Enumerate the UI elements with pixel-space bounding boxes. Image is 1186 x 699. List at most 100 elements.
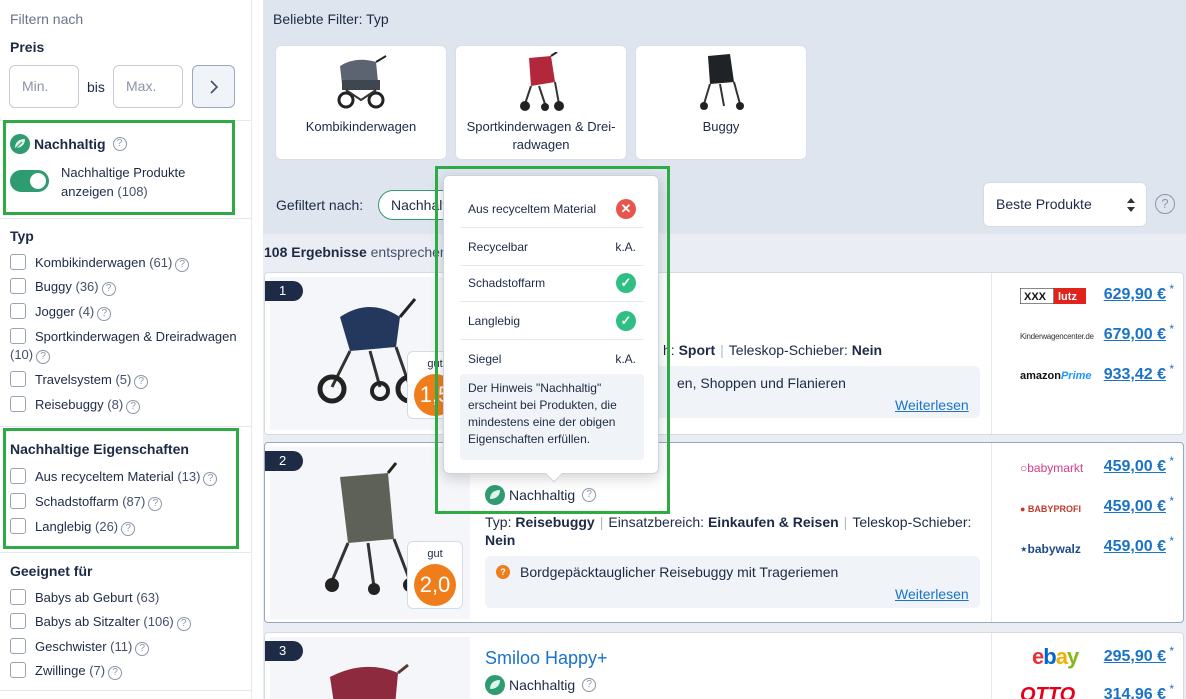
help-icon[interactable]: ? [175,258,190,272]
help-icon[interactable]: ? [101,282,116,296]
option-label: Zwillinge [35,663,86,678]
filter-option-from-birth[interactable]: Babys ab Geburt (63) [10,589,159,607]
rank-badge: 1 [265,281,303,301]
suitable-heading: Geeignet für [10,563,93,579]
stroller-image [520,52,564,111]
price-max-input[interactable]: Max. [113,65,183,108]
shop-divider [991,633,992,699]
product-specs: Typ: Reisebuggy | Einsatzbereich: Einkaufe… [485,514,972,548]
type-card-kombikinderwagen[interactable]: Kombikinderwagen [275,45,447,160]
amazon-prime-logo: amazonPrime [1020,370,1092,382]
shop-offer[interactable]: XXX lutz 629,90 € * [1019,282,1180,310]
option-count: (5) [115,372,132,387]
shop-price[interactable]: 295,90 € [1104,648,1166,666]
shop-offer[interactable]: ⋆babywalz 459,00 € * [1020,534,1180,562]
checkbox[interactable] [10,303,26,319]
sustainable-label: Nachhaltig [509,677,576,693]
filter-option-sitting-age[interactable]: Babys ab Sitzalter (106)? [10,613,191,631]
results-number: 108 Ergebnisse [264,244,367,260]
shop-offer[interactable]: Kinderwagencenter.de 679,00 € * [1020,322,1180,350]
price-asterisk: * [1169,682,1174,696]
divider [0,552,252,553]
shop-offer[interactable]: ● BABYPROFI 459,00 € * [1020,494,1180,522]
help-icon[interactable]: ? [582,678,597,692]
price-asterisk: * [1169,534,1174,548]
filter-option-reisebuggy[interactable]: Reisebuggy (8)? [10,396,141,414]
filter-option-twins[interactable]: Zwillinge (7)? [10,662,123,680]
updown-arrows-icon [1127,198,1135,212]
shop-price[interactable]: 459,00 € [1104,538,1166,556]
help-icon[interactable]: ? [126,400,141,414]
shop-price[interactable]: 933,42 € [1104,366,1166,384]
type-card-label: Buggy [702,119,740,134]
filter-sidebar: Filtern nach Preis Min. bis Max. Nachhal… [0,0,252,699]
spec-key: Typ: [485,514,512,530]
help-icon[interactable]: ? [176,617,191,631]
help-icon[interactable]: ? [108,666,123,680]
price-apply-button[interactable] [192,65,235,108]
shop-price[interactable]: 629,90 € [1104,286,1166,304]
filter-option-buggy[interactable]: Buggy (36)? [10,278,116,296]
price-min-input[interactable]: Min. [9,65,79,108]
option-count: (63) [136,590,160,605]
read-more-link[interactable]: Weiterlesen [895,397,969,413]
spec-value: Sport [678,342,716,358]
product-specs: h: Sport | Teleskop-Schieber: Nein [663,342,883,358]
filter-option-travelsystem[interactable]: Travelsystem (5)? [10,371,149,389]
shop-price[interactable]: 459,00 € [1104,458,1166,476]
test-grade: gut 2,0 [407,541,463,609]
checkbox[interactable] [10,328,26,344]
option-count: (36) [75,279,99,294]
checkbox[interactable] [10,371,26,387]
checkbox[interactable] [10,254,26,270]
checkbox[interactable] [10,638,26,654]
price-asterisk: * [1169,362,1174,376]
price-asterisk: * [1169,454,1174,468]
option-count: (7) [89,663,106,678]
option-label: Babys ab Sitzalter [35,614,140,629]
svg-text:lutz: lutz [1058,291,1077,303]
divider [0,426,252,427]
spec-key: Teleskop-Schieber: [728,342,848,358]
filter-option-siblings[interactable]: Geschwister (11)? [10,638,150,656]
shop-price[interactable]: 679,00 € [1104,326,1166,344]
checkbox[interactable] [10,278,26,294]
shop-price[interactable]: 459,00 € [1104,498,1166,516]
option-count: (10) [10,347,34,362]
type-card-label: Kombikinderwagen [305,119,417,134]
svg-text:XXX: XXX [1024,291,1047,303]
option-label: Travelsystem [35,372,112,387]
checkbox[interactable] [10,589,26,605]
read-more-link[interactable]: Weiterlesen [895,586,969,602]
help-icon[interactable]: ? [97,307,112,321]
product-name[interactable]: Smiloo Happy+ [485,648,608,669]
checkbox[interactable] [10,662,26,678]
option-label: Sportkinderwagen & Dreiradwagen [35,329,237,344]
rank-badge: 2 [265,451,303,471]
shop-offer[interactable]: ebay 295,90 € * [1020,644,1180,672]
shop-offer[interactable]: OTTO 314,96 € * [1020,682,1180,699]
price-heading: Preis [10,39,45,55]
babymarkt-logo: ○babymarkt [1020,461,1084,475]
help-icon[interactable]: ? [134,375,149,389]
shop-offer[interactable]: ○babymarkt 459,00 € * [1020,454,1180,482]
help-icon[interactable]: ? [36,350,51,364]
option-count: (8) [107,397,124,412]
checkbox[interactable] [10,613,26,629]
type-card-buggy[interactable]: Buggy [635,45,807,160]
type-card-sportkinderwagen[interactable]: Sportkinderwagen & Drei-radwagen [455,45,627,160]
option-label: Kombikinderwagen [35,255,146,270]
filter-option-sportkinderwagen[interactable]: Sportkinderwagen & Dreiradwagen (10)? [10,328,245,364]
filter-option-jogger[interactable]: Jogger (4)? [10,303,112,321]
filter-option-kombikinderwagen[interactable]: Kombikinderwagen (61)? [10,254,190,272]
option-label: Geschwister [35,639,107,654]
divider [0,218,252,219]
option-label: Babys ab Geburt [35,590,133,605]
shop-price[interactable]: 314,96 € [1104,686,1166,699]
sort-select[interactable]: Beste Produkte [983,182,1147,227]
help-icon[interactable]: ? [1155,194,1175,214]
option-label: Jogger [35,304,75,319]
checkbox[interactable] [10,396,26,412]
help-icon[interactable]: ? [135,642,150,656]
shop-offer[interactable]: amazonPrime 933,42 € * [1020,362,1180,390]
